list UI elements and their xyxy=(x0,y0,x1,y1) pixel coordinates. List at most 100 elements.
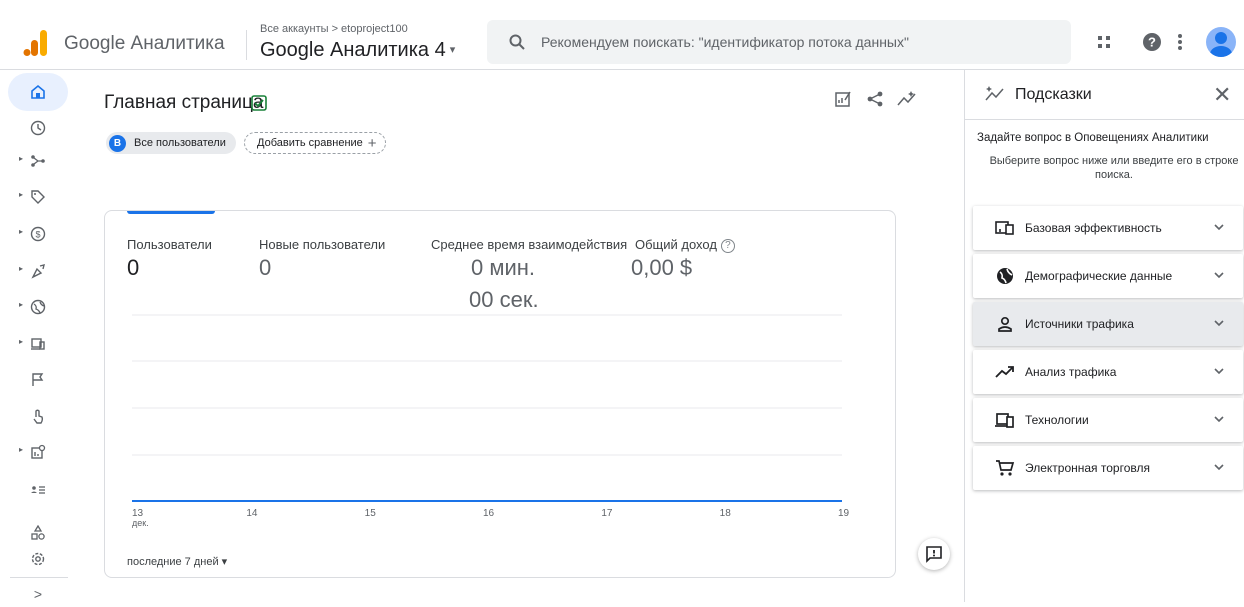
panel-title: Подсказки xyxy=(1015,86,1092,103)
chevron-down-icon xyxy=(1214,272,1224,279)
nav-realtime[interactable] xyxy=(0,115,80,141)
explore-icon xyxy=(28,442,48,462)
brand-name[interactable]: Google Аналитика xyxy=(64,33,225,55)
account-breadcrumb[interactable]: Все аккаунты > etoproject100 xyxy=(260,23,408,35)
nav-audience[interactable] xyxy=(0,477,80,503)
search-placeholder: Рекомендуем поискать: "идентификатор пот… xyxy=(541,34,909,50)
panel-hint: Выберите вопрос ниже или введите его в с… xyxy=(989,155,1239,181)
main-content: Главная страница B Все пользователи Добав… xyxy=(80,70,964,602)
suggestion-label: Анализ трафика xyxy=(1025,365,1117,379)
suggestion-label: Электронная торговля xyxy=(1025,461,1150,475)
trending-icon xyxy=(995,362,1015,382)
lifecycle-icon xyxy=(28,151,48,171)
suggestion-traffic-sources[interactable]: Источники трафика xyxy=(973,302,1243,346)
feedback-button[interactable] xyxy=(918,538,950,570)
divider xyxy=(246,30,247,60)
chevron-down-icon xyxy=(1214,368,1224,375)
segment-badge: B xyxy=(109,134,126,152)
home-icon xyxy=(28,82,48,102)
nav-lifecycle[interactable]: ▸ xyxy=(0,148,80,174)
suggestion-traffic-analysis[interactable]: Анализ трафика xyxy=(973,350,1243,394)
nav-engagement[interactable]: ▸ xyxy=(0,258,80,284)
line-chart: 13 14 15 16 17 18 19дек. xyxy=(132,314,850,528)
segment-label: Все пользователи xyxy=(134,137,226,149)
globe-icon xyxy=(28,297,48,317)
caret-down-icon: ▾ xyxy=(449,44,456,56)
apps-icon[interactable] xyxy=(1092,30,1116,54)
analytics-logo[interactable] xyxy=(22,28,50,58)
verified-icon[interactable] xyxy=(250,94,268,112)
devices-icon xyxy=(28,334,48,354)
more-vert-icon[interactable] xyxy=(1168,30,1192,54)
left-nav: ▸ ▸ ▸ $ ▸ ▸ ▸ ▸ > xyxy=(0,70,80,602)
x-tick-label: 17 xyxy=(601,508,613,519)
x-tick-label: 14 xyxy=(246,508,258,519)
property-name: Google Аналитика 4 xyxy=(260,39,446,61)
suggestion-demographics[interactable]: Демографические данные xyxy=(973,254,1243,298)
plus-icon: + xyxy=(367,134,377,152)
audience-icon xyxy=(28,480,48,500)
feedback-icon xyxy=(926,546,942,563)
top-bar: Google Аналитика Все аккаунты > etoproje… xyxy=(0,0,1244,70)
panel-question: Задайте вопрос в Оповещениях Аналитики xyxy=(977,132,1209,144)
suggestion-ecommerce[interactable]: Электронная торговля xyxy=(973,446,1243,490)
customize-report-icon[interactable] xyxy=(832,88,854,110)
settings-icon xyxy=(28,549,48,569)
dashboard-icon xyxy=(995,218,1015,238)
chevron-right-icon: > xyxy=(33,586,43,602)
gesture-icon xyxy=(28,406,48,426)
nav-settings[interactable] xyxy=(0,546,80,572)
nav-tag[interactable]: ▸ xyxy=(0,184,80,210)
clock-icon xyxy=(28,118,48,138)
suggestion-technology[interactable]: Технологии xyxy=(973,398,1243,442)
nav-divider xyxy=(10,577,68,578)
nav-explore[interactable]: ▸ xyxy=(0,439,80,465)
avatar[interactable] xyxy=(1206,27,1236,57)
suggestion-label: Технологии xyxy=(1025,413,1089,427)
svg-text:$: $ xyxy=(35,230,40,240)
flag-icon xyxy=(28,370,48,390)
nav-expand[interactable]: > xyxy=(0,581,80,607)
chevron-down-icon xyxy=(1214,320,1224,327)
x-tick-label: 16 xyxy=(483,508,495,519)
overview-card: Пользователи 0 Новые пользователи 0 Сред… xyxy=(104,210,896,578)
engagement-icon xyxy=(28,261,48,281)
chevron-down-icon xyxy=(1214,416,1224,423)
chevron-down-icon xyxy=(1214,224,1224,231)
nav-monetization[interactable]: ▸ $ xyxy=(0,221,80,247)
nav-gesture[interactable] xyxy=(0,403,80,429)
suggestion-label: Демографические данные xyxy=(1025,269,1173,283)
x-tick-sublabel: дек. xyxy=(132,518,149,528)
help-icon[interactable]: ? xyxy=(1140,30,1164,54)
close-icon[interactable]: ✕ xyxy=(1213,82,1231,108)
property-selector[interactable]: Google Аналитика 4 ▾ xyxy=(260,39,455,62)
insights-icon[interactable] xyxy=(896,88,918,110)
search-icon xyxy=(509,34,525,50)
search-bar[interactable]: Рекомендуем поискать: "идентификатор пот… xyxy=(487,20,1071,64)
insights-panel: Подсказки ✕ Задайте вопрос в Оповещениях… xyxy=(964,70,1244,602)
globe-icon xyxy=(995,266,1015,286)
panel-header: Подсказки ✕ xyxy=(965,70,1244,120)
suggestion-label: Базовая эффективность xyxy=(1025,221,1162,235)
suggestion-baseline[interactable]: Базовая эффективность xyxy=(973,206,1243,250)
x-tick-label: 15 xyxy=(365,508,377,519)
add-comparison-button[interactable]: Добавить сравнение + xyxy=(244,132,386,154)
share-icon[interactable] xyxy=(864,88,886,110)
page-title: Главная страница xyxy=(104,92,264,113)
chevron-down-icon xyxy=(1214,464,1224,471)
nav-home[interactable] xyxy=(0,79,80,105)
add-comparison-label: Добавить сравнение xyxy=(257,137,363,149)
date-range-selector[interactable]: последние 7 дней ▾ xyxy=(127,555,227,568)
nav-configure[interactable] xyxy=(0,520,80,546)
person-icon xyxy=(995,314,1015,334)
cart-icon xyxy=(995,458,1015,478)
svg-text:?: ? xyxy=(1148,35,1156,50)
x-tick-label: 19 xyxy=(838,508,850,519)
segment-chip[interactable]: B Все пользователи xyxy=(106,132,236,154)
nav-flag[interactable] xyxy=(0,367,80,393)
devices-icon xyxy=(995,410,1015,430)
x-tick-label: 18 xyxy=(720,508,732,519)
nav-demographics[interactable]: ▸ xyxy=(0,294,80,320)
insights-icon xyxy=(985,86,1004,101)
nav-tech[interactable]: ▸ xyxy=(0,331,80,357)
